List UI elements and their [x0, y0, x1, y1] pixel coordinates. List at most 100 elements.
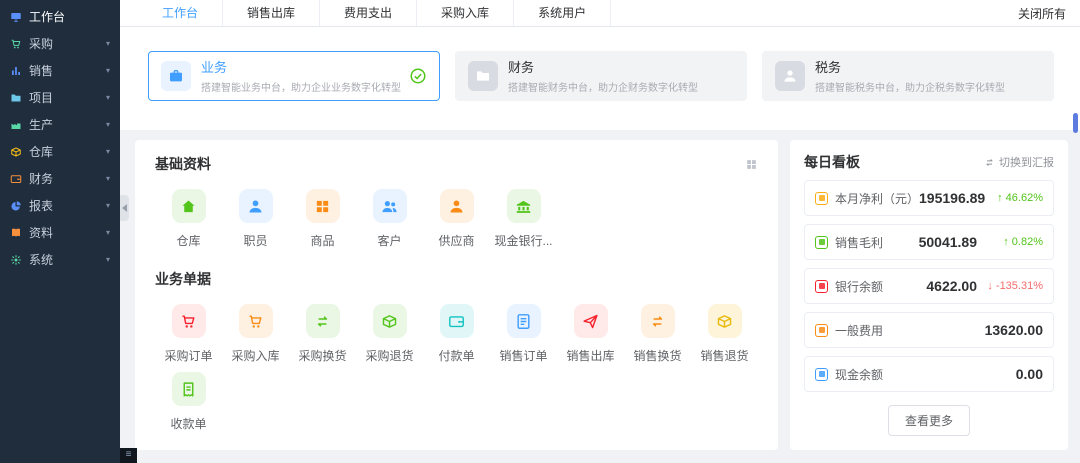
app-goods[interactable]: 商品: [289, 189, 356, 249]
app-supplier[interactable]: 供应商: [423, 189, 490, 249]
doc-sales-exchange[interactable]: 销售换货: [624, 304, 691, 364]
stat-label: 销售毛利: [835, 234, 883, 251]
cart-icon: [172, 304, 206, 338]
sidebar-item-label: 销售: [29, 62, 53, 79]
sidebar-collapse-button[interactable]: ≡: [120, 448, 137, 463]
sidebar-item-system[interactable]: 系统 ▾: [0, 246, 120, 273]
doc-payment[interactable]: 付款单: [423, 304, 490, 364]
sidebar-item-label: 系统: [29, 251, 53, 268]
app-employee[interactable]: 职员: [222, 189, 289, 249]
tab-expense[interactable]: 费用支出: [320, 0, 417, 26]
doc-purchase-inbound[interactable]: 采购入库: [222, 304, 289, 364]
switch-to-report-link[interactable]: 切换到汇报: [984, 154, 1054, 170]
stat-icon: [815, 236, 828, 249]
switch-label: 切换到汇报: [999, 154, 1054, 170]
sidebar-item-data[interactable]: 资料 ▾: [0, 219, 120, 246]
app-label: 采购入库: [231, 347, 279, 364]
doc-receipt[interactable]: 收款单: [155, 372, 222, 432]
doc-sales-return[interactable]: 销售退货: [691, 304, 758, 364]
sidebar-item-label: 资料: [29, 224, 53, 241]
module-title: 税务: [815, 57, 1005, 76]
sidebar-item-warehouse[interactable]: 仓库 ▾: [0, 138, 120, 165]
stat-icon: [815, 192, 828, 205]
grid-icon[interactable]: [745, 158, 758, 171]
app-warehouse[interactable]: 仓库: [155, 189, 222, 249]
tab-system-users[interactable]: 系统用户: [514, 0, 611, 26]
stat-net-profit: 本月净利（元） 195196.89 ↑ 46.62%: [804, 180, 1054, 216]
receipt-icon: [172, 372, 206, 406]
doc-sales-order[interactable]: 销售订单: [490, 304, 557, 364]
app-label: 供应商: [438, 232, 474, 249]
stat-value: 195196.89: [919, 190, 985, 206]
swap-icon: [984, 157, 995, 168]
tab-sales-outbound[interactable]: 销售出库: [223, 0, 320, 26]
sidebar: 工作台 采购 ▾ 销售 ▾ 项目 ▾ 生产 ▾ 仓库 ▾ 财务 ▾ 报表 ▾ 资…: [0, 0, 120, 463]
app-label: 职员: [243, 232, 267, 249]
factory-icon: [10, 119, 22, 131]
tab-bar: 工作台 销售出库 费用支出 采购入库 系统用户 关闭所有: [120, 0, 1080, 27]
app-label: 收款单: [170, 415, 206, 432]
chevron-down-icon: ▾: [106, 201, 110, 210]
wallet-icon: [10, 173, 22, 185]
panel-collapse-handle[interactable]: [120, 195, 129, 221]
chevron-down-icon: ▾: [106, 174, 110, 183]
tab-workbench[interactable]: 工作台: [138, 0, 223, 26]
daily-board-panel: 每日看板 切换到汇报 本月净利（元） 195196.89 ↑ 46.62% 销售…: [790, 140, 1068, 450]
app-label: 采购退货: [365, 347, 413, 364]
stat-icon: [815, 280, 828, 293]
grid-icon: [306, 189, 340, 223]
stat-gross-profit: 销售毛利 50041.89 ↑ 0.82%: [804, 224, 1054, 260]
sidebar-item-project[interactable]: 项目 ▾: [0, 84, 120, 111]
scrollbar-thumb[interactable]: [1073, 113, 1078, 133]
sidebar-item-workbench[interactable]: 工作台: [0, 3, 120, 30]
sidebar-item-label: 报表: [29, 197, 53, 214]
module-card-tax[interactable]: 税务 搭建智能税务中台，助力企税务数字化转型: [762, 51, 1054, 101]
box-icon: [373, 304, 407, 338]
doc-purchase-return[interactable]: 采购退货: [356, 304, 423, 364]
sidebar-item-production[interactable]: 生产 ▾: [0, 111, 120, 138]
doc-purchase-order[interactable]: 采购订单: [155, 304, 222, 364]
doc-sales-outbound[interactable]: 销售出库: [557, 304, 624, 364]
app-label: 商品: [310, 232, 334, 249]
tab-purchase-inbound[interactable]: 采购入库: [417, 0, 514, 26]
sidebar-item-sales[interactable]: 销售 ▾: [0, 57, 120, 84]
close-all-tabs-button[interactable]: 关闭所有: [1018, 5, 1080, 22]
business-docs-title: 业务单据: [155, 269, 211, 289]
stat-label: 现金余额: [835, 366, 883, 383]
sidebar-item-finance[interactable]: 财务 ▾: [0, 165, 120, 192]
sidebar-item-report[interactable]: 报表 ▾: [0, 192, 120, 219]
box-icon: [708, 304, 742, 338]
app-label: 仓库: [176, 232, 200, 249]
app-cash-bank[interactable]: 现金银行...: [490, 189, 557, 249]
box-icon: [10, 146, 22, 158]
chevron-down-icon: ▾: [106, 93, 110, 102]
stat-bank-balance: 银行余额 4622.00 ↓ -135.31%: [804, 268, 1054, 304]
monitor-icon: [10, 11, 22, 23]
stat-cash-balance: 现金余额 0.00: [804, 356, 1054, 392]
module-title: 业务: [201, 57, 401, 76]
chevron-down-icon: ▾: [106, 255, 110, 264]
sidebar-item-purchase[interactable]: 采购 ▾: [0, 30, 120, 57]
basic-data-title: 基础资料: [155, 154, 211, 174]
stat-label: 银行余额: [835, 278, 883, 295]
app-customer[interactable]: 客户: [356, 189, 423, 249]
module-desc: 搭建智能税务中台，助力企税务数字化转型: [815, 79, 1005, 94]
stat-value: 50041.89: [919, 234, 977, 250]
pie-chart-icon: [10, 200, 22, 212]
app-label: 现金银行...: [494, 232, 552, 249]
cart-icon: [10, 38, 22, 50]
chevron-down-icon: ▾: [106, 147, 110, 156]
stat-general-expense: 一般费用 13620.00: [804, 312, 1054, 348]
stat-value: 0.00: [1016, 366, 1043, 382]
sidebar-item-label: 工作台: [29, 8, 65, 25]
doc-purchase-exchange[interactable]: 采购换货: [289, 304, 356, 364]
stat-icon: [815, 324, 828, 337]
module-card-finance[interactable]: 财务 搭建智能财务中台，助力企财务数字化转型: [455, 51, 747, 101]
sidebar-item-label: 生产: [29, 116, 53, 133]
view-more-button[interactable]: 查看更多: [888, 405, 970, 436]
module-card-business[interactable]: 业务 搭建智能业务中台，助力企业业务数字化转型: [148, 51, 440, 101]
user-icon: [775, 61, 805, 91]
module-desc: 搭建智能业务中台，助力企业业务数字化转型: [201, 79, 401, 94]
stat-icon: [815, 368, 828, 381]
check-circle-icon: [409, 67, 427, 85]
